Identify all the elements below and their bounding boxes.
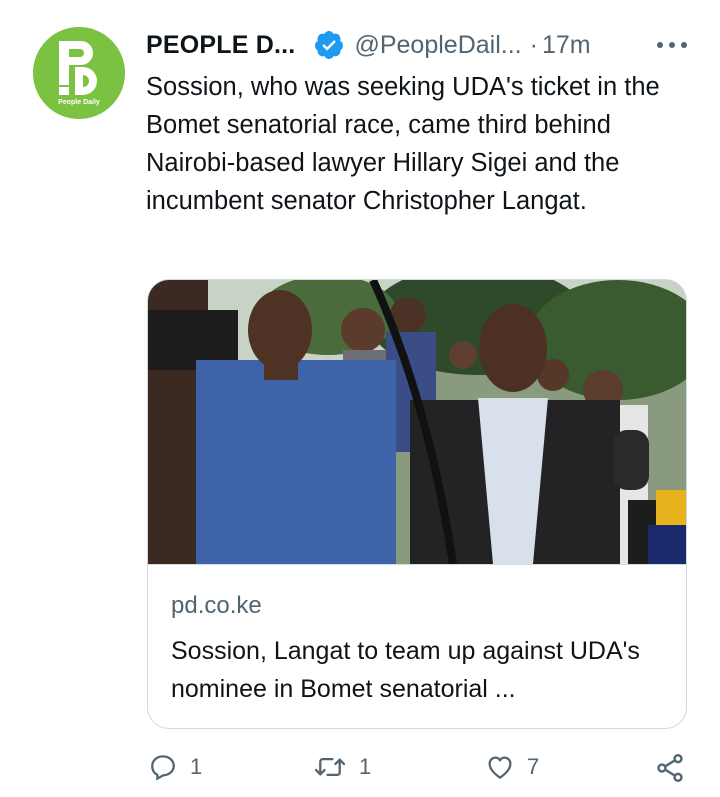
link-title: Sossion, Langat to team up against UDA's… (171, 637, 640, 703)
tweet-action-bar: 1 1 7 (0, 752, 720, 792)
reply-count: 1 (190, 754, 203, 779)
share-icon (657, 754, 683, 782)
like-count: 7 (527, 754, 540, 779)
like-button[interactable]: 7 (485, 752, 539, 782)
reply-button[interactable]: 1 (148, 752, 202, 782)
retweet-count: 1 (359, 754, 372, 779)
verified-badge-icon (313, 29, 345, 61)
share-button[interactable] (654, 752, 686, 784)
avatar-brand-text: People Daily (58, 99, 100, 106)
link-card-image (148, 280, 686, 564)
avatar[interactable]: People Daily (33, 27, 125, 119)
timestamp[interactable]: 17m (542, 31, 591, 60)
link-card[interactable]: pd.co.ke Sossion, Langat to team up agai… (147, 279, 687, 729)
handle[interactable]: @PeopleDail... (354, 31, 521, 60)
tweet-text: Sossion, who was seeking UDA's ticket in… (146, 73, 660, 215)
more-options-icon[interactable] (654, 34, 690, 56)
reply-icon (151, 755, 175, 781)
tweet-header: PEOPLE D... @PeopleDail... · 17m (146, 28, 691, 62)
display-name[interactable]: PEOPLE D... (146, 31, 295, 60)
link-domain: pd.co.ke (171, 592, 262, 619)
heart-icon (488, 756, 512, 779)
card-divider (148, 564, 686, 565)
separator-dot: · (529, 30, 538, 59)
retweet-button[interactable]: 1 (313, 752, 371, 782)
retweet-icon (314, 757, 346, 777)
